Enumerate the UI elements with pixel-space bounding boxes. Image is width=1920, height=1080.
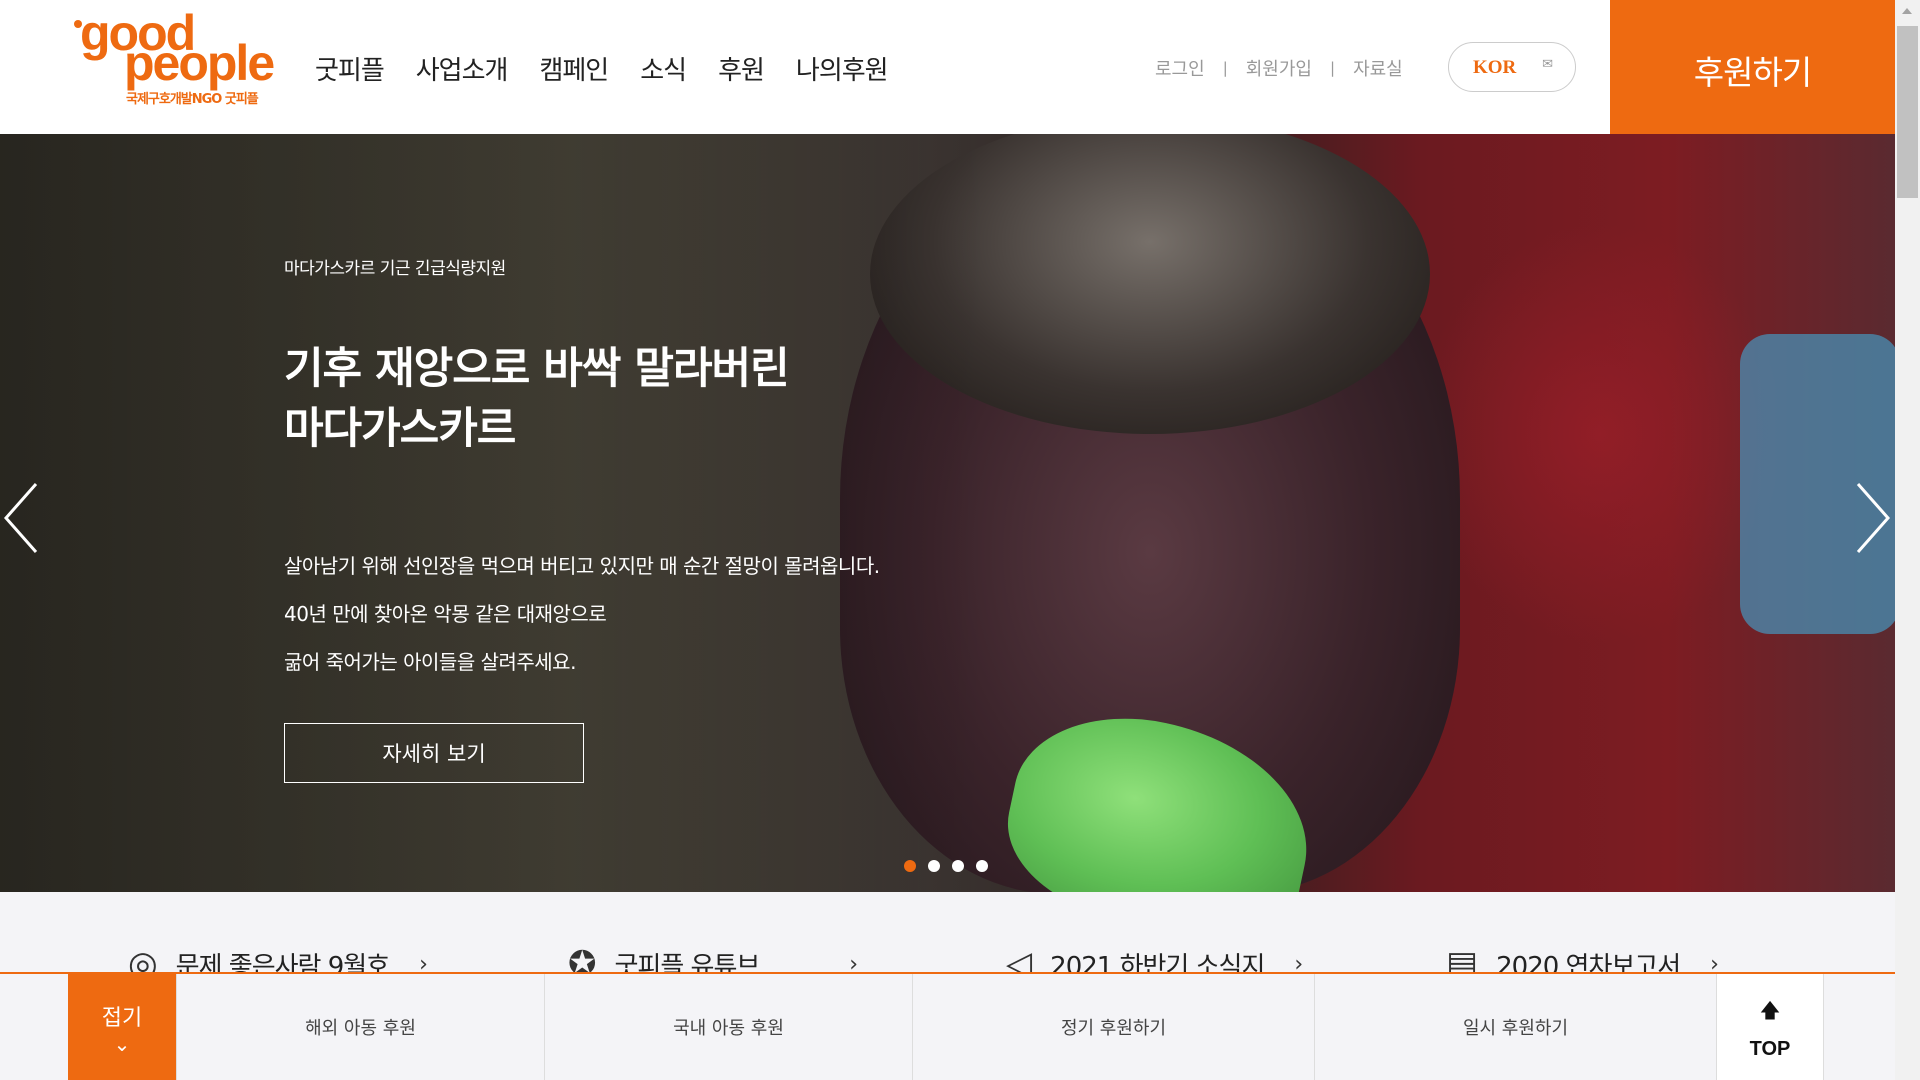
next-slide-icon[interactable] <box>1852 478 1892 558</box>
quick-link-3[interactable]: ◁ 2021 하반기 소식지 › <box>1006 944 1303 972</box>
quick-link-label: 2020 연차보고서 <box>1496 951 1681 973</box>
nav-my-donation[interactable]: 나의후원 <box>796 50 889 87</box>
nav-campaign[interactable]: 캠페인 <box>539 50 609 87</box>
language-label: KOR <box>1473 57 1517 78</box>
donate-button[interactable]: 후원하기 <box>1610 0 1895 140</box>
chevron-right-icon: › <box>849 951 859 973</box>
chevron-down-icon: ⌄ <box>113 1032 131 1056</box>
slide-dot-3[interactable] <box>952 860 964 872</box>
quick-link-label: 굿피플 유튜브 <box>614 951 761 973</box>
nav-donate[interactable]: 후원 <box>718 50 765 87</box>
separator: | <box>1330 59 1336 77</box>
separator: | <box>1222 59 1228 77</box>
archive-link[interactable]: 자료실 <box>1353 55 1403 81</box>
badge-icon: ✪ <box>568 944 597 972</box>
regular-donation[interactable]: 정기 후원하기 <box>912 974 1314 1080</box>
page: good people 국제구호개발NGO 굿피플 굿피플 사업소개 캠페인 소… <box>0 0 1920 1080</box>
chevron-right-icon: › <box>1710 951 1719 973</box>
more-button[interactable]: 자세히 보기 <box>284 723 584 783</box>
chevron-right-icon: › <box>419 951 428 973</box>
hero-title-line: 마다가스카르 <box>284 404 516 454</box>
logo[interactable]: good people 국제구호개발NGO 굿피플 <box>72 5 282 107</box>
overseas-child-sponsor[interactable]: 해외 아동 후원 <box>176 974 544 1080</box>
logo-tagline: 국제구호개발NGO 굿피플 <box>126 92 259 107</box>
quick-links: ◎ 문제 좋은사람 9월호 › ✪ 굿피플 유튜브 › ◁ 2021 하반기 소… <box>0 892 1895 972</box>
megaphone-icon: ◁ <box>1006 944 1033 972</box>
slide-dot-1[interactable] <box>904 860 916 872</box>
quick-link-4[interactable]: ▤ 2020 연차보고서 › <box>1446 944 1719 972</box>
chevron-right-icon: › <box>1294 951 1304 973</box>
top-label: TOP <box>1749 1038 1791 1060</box>
hero-description: 살아남기 위해 선인장을 먹으며 버티고 있지만 매 순간 절망이 몰려옵니다.… <box>284 542 880 686</box>
hero-title-line: 기후 재앙으로 바싹 말라버린 <box>284 344 790 394</box>
fold-button[interactable]: 접기 ⌄ <box>68 974 176 1080</box>
bottom-quick-bar: 접기 ⌄ 해외 아동 후원 국내 아동 후원 정기 후원하기 일시 후원하기 🡅… <box>0 972 1895 1080</box>
utility-links: 로그인 | 회원가입 | 자료실 <box>1155 55 1403 81</box>
top-button[interactable]: 🡅 TOP <box>1716 974 1824 1080</box>
quick-link-label: 문제 좋은사람 9월호 <box>175 951 390 973</box>
language-selector[interactable]: KOR ✉ <box>1448 42 1576 92</box>
login-link[interactable]: 로그인 <box>1155 55 1205 81</box>
nav-news[interactable]: 소식 <box>640 50 687 87</box>
hero-description-line: 굶어 죽어가는 아이들을 살려주세요. <box>284 650 576 674</box>
slide-dot-4[interactable] <box>976 860 988 872</box>
quick-link-label: 2021 하반기 소식지 <box>1050 951 1265 973</box>
nav-business[interactable]: 사업소개 <box>416 50 509 87</box>
hero-description-line: 살아남기 위해 선인장을 먹으며 버티고 있지만 매 순간 절망이 몰려옵니다. <box>284 554 880 578</box>
prev-slide-icon[interactable] <box>2 478 42 558</box>
domestic-child-sponsor[interactable]: 국내 아동 후원 <box>544 974 912 1080</box>
scrollbar-thumb[interactable] <box>1897 26 1918 198</box>
one-time-donation[interactable]: 일시 후원하기 <box>1314 974 1716 1080</box>
signup-link[interactable]: 회원가입 <box>1246 55 1312 81</box>
fold-label: 접기 <box>101 1006 143 1031</box>
logo-people: people <box>124 35 275 91</box>
books-icon: ▤ <box>1446 944 1479 972</box>
arrow-up-icon: 🡅 <box>1759 998 1781 1022</box>
scroll-up-icon[interactable] <box>1902 8 1912 14</box>
hero-title: 기후 재앙으로 바싹 말라버린 마다가스카르 <box>284 339 790 459</box>
mail-icon: ✉ <box>1542 57 1553 72</box>
heart-globe-icon: ◎ <box>128 944 158 972</box>
slide-pagination <box>904 860 1000 872</box>
hero-description-line: 40년 만에 찾아온 악몽 같은 대재앙으로 <box>284 602 607 626</box>
page-scrollbar[interactable] <box>1895 0 1920 1080</box>
quick-link-1[interactable]: ◎ 문제 좋은사람 9월호 › <box>128 944 428 972</box>
nav-goodpeople[interactable]: 굿피플 <box>315 50 385 87</box>
main-nav: 굿피플 사업소개 캠페인 소식 후원 나의후원 <box>315 50 920 87</box>
hero-subtitle: 마다가스카르 기근 긴급식량지원 <box>284 259 506 279</box>
slide-dot-2[interactable] <box>928 860 940 872</box>
quick-link-2[interactable]: ✪ 굿피플 유튜브 › <box>568 944 858 972</box>
hero-slider: 마다가스카르 기근 긴급식량지원 기후 재앙으로 바싹 말라버린 마다가스카르 … <box>0 134 1895 892</box>
